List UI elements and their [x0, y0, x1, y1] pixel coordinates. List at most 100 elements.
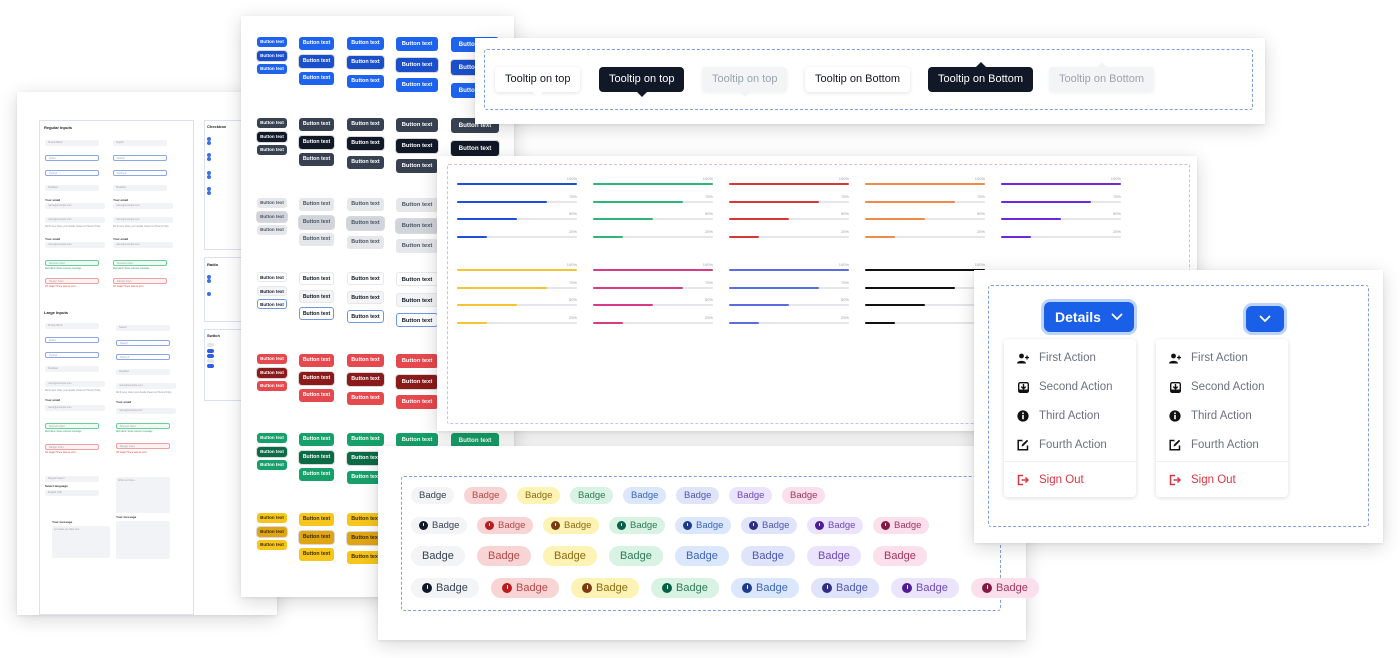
tooltip-top-light[interactable]: Tooltip on top [495, 67, 581, 97]
button-danger[interactable]: Button text [257, 367, 287, 378]
search-input[interactable]: Search [113, 140, 167, 146]
button-light[interactable]: Button text [257, 198, 287, 208]
button-primary[interactable]: Button text [347, 56, 384, 69]
button-light[interactable]: Button text [396, 218, 438, 233]
menu-item-first-action[interactable]: First Action [1156, 348, 1288, 368]
button-dark[interactable]: Button text [299, 118, 334, 131]
button-dark[interactable]: Button text [396, 138, 438, 153]
button-danger[interactable]: Button text [347, 354, 384, 367]
menu-item-second-action[interactable]: Second Action [1156, 377, 1288, 397]
checkbox[interactable] [207, 191, 211, 195]
email-input[interactable]: name@example.com [45, 242, 105, 248]
button-light[interactable]: Button text [299, 198, 334, 211]
button-light[interactable]: Button text [347, 198, 384, 211]
button-white[interactable]: Button text [396, 313, 438, 327]
large-active-input[interactable]: Active [45, 337, 99, 343]
button-danger[interactable]: Button text [299, 389, 334, 402]
button-white[interactable]: Button text [299, 289, 334, 303]
tooltip-bottom-muted[interactable]: Tooltip on Bottom [1049, 62, 1154, 92]
button-warning[interactable]: Button text [299, 548, 334, 561]
disabled-input[interactable]: Disabled [45, 185, 99, 191]
success-input-icon[interactable]: Success Input [113, 260, 167, 266]
radio-button[interactable] [207, 292, 211, 296]
button-dark[interactable]: Button text [257, 118, 287, 128]
email-input[interactable]: name@example.com [45, 203, 105, 209]
tooltip-bottom-light[interactable]: Tooltip on Bottom [805, 67, 910, 92]
button-white[interactable]: Button text [299, 272, 334, 285]
button-danger[interactable]: Button text [396, 374, 438, 389]
checkbox[interactable] [207, 175, 211, 179]
button-success[interactable]: Button text [257, 460, 287, 470]
large-danger-input[interactable]: Danger Input [45, 444, 99, 450]
details-dropdown-button[interactable]: Details [1044, 302, 1134, 332]
language-select[interactable]: English (US) [45, 490, 99, 496]
button-danger[interactable]: Button text [347, 373, 384, 386]
button-dark[interactable]: Button text [299, 135, 334, 149]
button-dark[interactable]: Button text [257, 145, 287, 155]
search-input-disabled[interactable]: Disabled [113, 185, 167, 191]
menu-item-third-action[interactable]: Third Action [1156, 406, 1288, 426]
email-input-icon[interactable]: name@example.com [113, 242, 173, 248]
large-danger-input-icon[interactable]: Danger Input [116, 443, 170, 449]
button-dark[interactable]: Button text [396, 118, 438, 132]
button-warning[interactable]: Button text [257, 526, 287, 537]
search-input-active[interactable]: Search [113, 155, 167, 161]
button-warning[interactable]: Button text [257, 513, 287, 523]
large-email-input[interactable]: name@example.com [45, 405, 105, 411]
radio-button[interactable] [207, 279, 211, 283]
large-success-input[interactable]: Success Input [45, 423, 99, 429]
button-primary[interactable]: Button text [257, 64, 287, 74]
large-search-input[interactable]: Search [116, 325, 170, 331]
button-primary[interactable]: Button text [257, 50, 287, 61]
toggle-switch[interactable] [207, 349, 214, 353]
button-light[interactable]: Button text [396, 239, 438, 253]
button-white[interactable]: Button text [347, 291, 384, 304]
email-input[interactable]: name@example.com [45, 217, 105, 223]
tooltip-bottom-dark[interactable]: Tooltip on Bottom [928, 62, 1033, 92]
button-white[interactable]: Button text [347, 310, 384, 323]
large-email-input[interactable]: name@example.com [45, 381, 105, 387]
email-input-icon[interactable]: name@example.com [113, 203, 173, 209]
button-warning[interactable]: Button text [299, 513, 334, 526]
large-success-input-icon[interactable]: Success Input [116, 423, 170, 429]
button-primary[interactable]: Button text [299, 37, 334, 50]
button-primary[interactable]: Button text [257, 37, 287, 47]
button-dark[interactable]: Button text [299, 153, 334, 166]
message-textarea[interactable] [116, 521, 170, 559]
button-danger[interactable]: Button text [299, 371, 334, 385]
search-input-typing[interactable]: Typing 2 [113, 170, 167, 176]
large-search-input-active[interactable]: Search [116, 340, 170, 346]
large-search-input-typing[interactable]: Typing 2 [116, 354, 170, 360]
toggle-switch[interactable] [207, 359, 214, 363]
button-light[interactable]: Button text [299, 215, 334, 229]
regular-select[interactable]: Regular Select [45, 476, 99, 482]
button-success[interactable]: Button text [257, 433, 287, 443]
button-dark[interactable]: Button text [396, 159, 438, 173]
button-primary[interactable]: Button text [299, 54, 334, 68]
button-danger[interactable]: Button text [396, 354, 438, 368]
button-danger[interactable]: Button text [257, 354, 287, 364]
button-danger[interactable]: Button text [299, 354, 334, 367]
button-white[interactable]: Button text [299, 307, 334, 320]
button-primary[interactable]: Button text [347, 37, 384, 50]
button-dark[interactable]: Button text [347, 118, 384, 131]
button-success[interactable]: Button text [396, 433, 438, 447]
tooltip-top-muted[interactable]: Tooltip on top [702, 67, 788, 97]
textarea[interactable]: Write text here... [116, 477, 170, 513]
button-success[interactable]: Button text [347, 433, 384, 446]
large-email-input-icon[interactable]: name@example.com [116, 408, 176, 414]
button-primary[interactable]: Button text [299, 72, 334, 85]
danger-input[interactable]: Danger Input [45, 278, 99, 284]
button-light[interactable]: Button text [257, 211, 287, 222]
danger-input-icon[interactable]: Danger Input [113, 278, 167, 284]
button-white[interactable]: Button text [396, 292, 438, 307]
active-input[interactable]: Active [45, 155, 99, 161]
email-input-icon[interactable]: name@example.com [113, 217, 173, 223]
button-warning[interactable]: Button text [257, 540, 287, 550]
button-light[interactable]: Button text [257, 225, 287, 235]
large-simple-input[interactable]: Simple Block [45, 323, 99, 329]
button-success[interactable]: Button text [257, 446, 287, 457]
large-search-input-disabled[interactable]: Disabled [116, 369, 170, 375]
large-typing-input[interactable]: Typing! [45, 352, 99, 358]
button-danger[interactable]: Button text [257, 381, 287, 391]
